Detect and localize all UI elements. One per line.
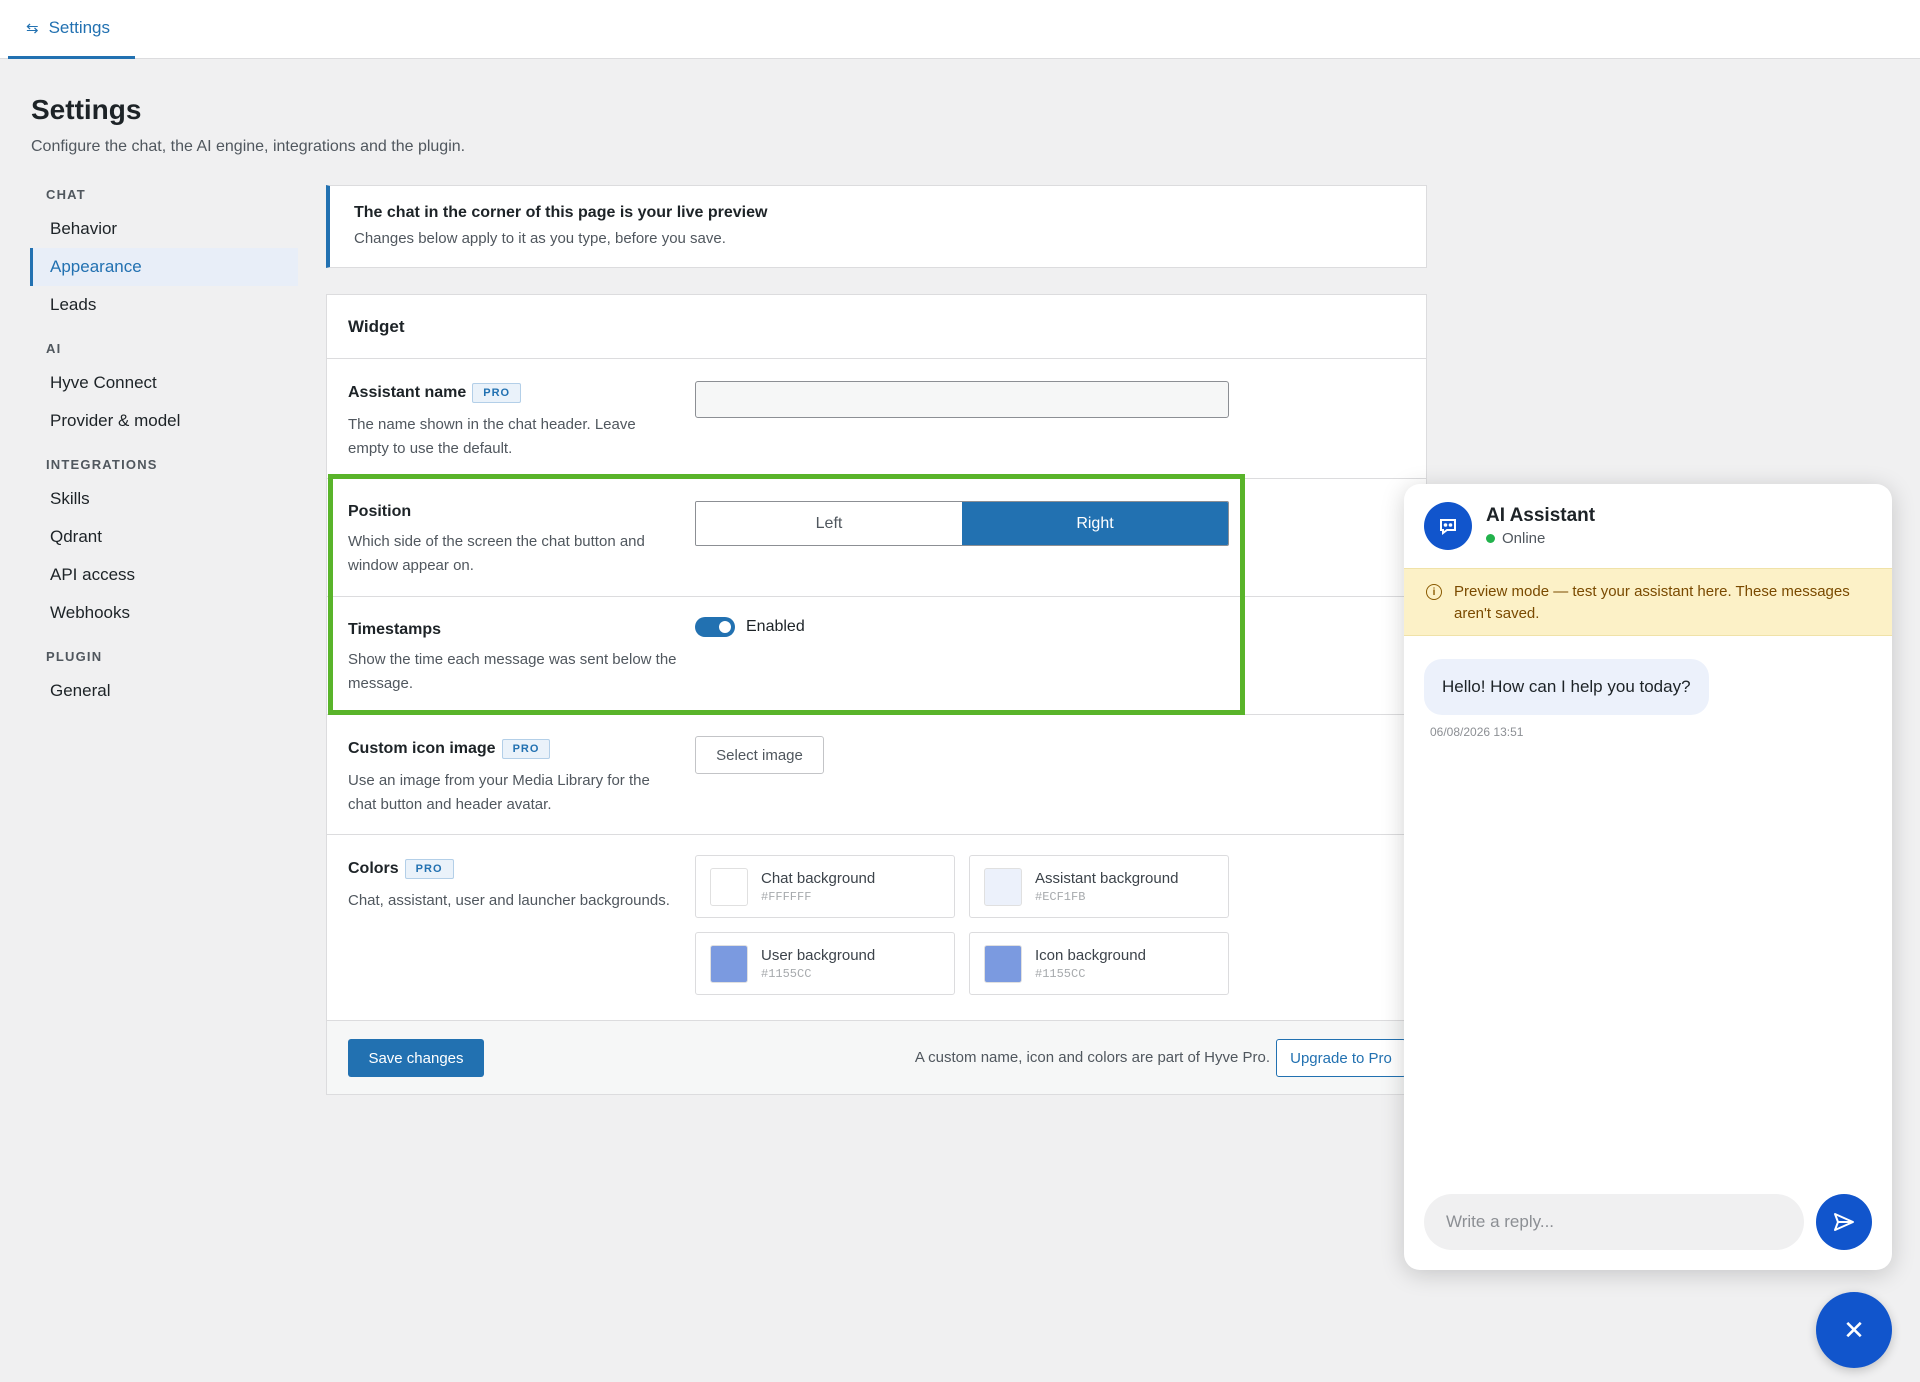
position-row: Position Which side of the screen the ch… (327, 479, 1426, 597)
sidebar-item-leads[interactable]: Leads (30, 286, 298, 324)
save-changes-button[interactable]: Save changes (348, 1039, 484, 1077)
color-swatches: Chat background #FFFFFF Assistant backgro… (695, 855, 1229, 995)
sidebar-item-skills[interactable]: Skills (30, 480, 298, 518)
swatch-hex: #FFFFFF (761, 889, 812, 904)
swatch-hex: #ECF1FB (1035, 889, 1086, 904)
swatch-name: User background (761, 946, 876, 964)
color-chip (710, 867, 748, 906)
sidebar-item-api-access[interactable]: API access (30, 556, 298, 594)
widget-settings-card: Widget Assistant name PRO The name shown… (326, 294, 1427, 1095)
timestamps-row: Timestamps Show the time each message wa… (327, 597, 1426, 715)
top-tab-bar: ⇆ Settings (0, 0, 1920, 59)
sidebar-group-ai: AI (46, 341, 62, 356)
position-desc: Which side of the screen the chat button… (348, 533, 645, 574)
send-button[interactable] (1816, 1194, 1872, 1250)
timestamps-toggle[interactable]: Enabled (695, 617, 805, 637)
sidebar-item-behavior[interactable]: Behavior (30, 210, 298, 248)
color-chip (984, 944, 1022, 983)
swatch-name: Icon background (1035, 946, 1146, 964)
sidebar-item-hyve-connect[interactable]: Hyve Connect (30, 364, 298, 402)
swatch-icon-background[interactable]: Icon background #1155CC (969, 932, 1229, 995)
position-segmented-control: Left Right (695, 501, 1229, 546)
info-icon: i (1426, 584, 1442, 600)
swatch-name: Assistant background (1035, 869, 1179, 887)
settings-sidebar: CHAT Behavior Appearance Leads AI Hyve C… (30, 180, 298, 710)
sidebar-item-webhooks[interactable]: Webhooks (30, 594, 298, 632)
timestamps-toggle-label: Enabled (746, 618, 805, 635)
chat-header: AI Assistant Online (1404, 484, 1892, 568)
close-icon: ✕ (1843, 1314, 1865, 1345)
colors-desc: Chat, assistant, user and launcher backg… (348, 892, 670, 909)
upgrade-to-pro-button[interactable]: Upgrade to Pro (1276, 1039, 1406, 1077)
sidebar-item-general[interactable]: General (30, 672, 298, 710)
sliders-icon: ⇆ (26, 20, 39, 37)
sidebar-group-integrations: INTEGRATIONS (46, 457, 158, 472)
live-preview-notice: The chat in the corner of this page is y… (326, 185, 1427, 268)
swatch-user-background[interactable]: User background #1155CC (695, 932, 955, 995)
colors-label: Colors (348, 860, 399, 877)
position-right-option[interactable]: Right (962, 502, 1228, 545)
pro-badge: PRO (404, 859, 454, 879)
tab-settings[interactable]: ⇆ Settings (8, 0, 135, 59)
custom-icon-label: Custom icon image (348, 740, 496, 757)
assistant-name-row: Assistant name PRO The name shown in the… (327, 359, 1426, 479)
page-title: Settings (31, 94, 142, 125)
chat-launcher-button[interactable]: ✕ (1816, 1292, 1892, 1368)
color-chip (984, 867, 1022, 906)
notice-text: Changes below apply to it as you type, b… (354, 230, 726, 247)
swatch-hex: #1155CC (761, 966, 812, 981)
colors-label-wrap: Colors PRO (348, 859, 454, 879)
sidebar-group-plugin: PLUGIN (46, 649, 103, 664)
card-footer: Save changes A custom name, icon and col… (327, 1020, 1426, 1094)
assistant-name-label-wrap: Assistant name PRO (348, 383, 522, 403)
send-icon (1834, 1213, 1854, 1231)
colors-row: Colors PRO Chat, assistant, user and lau… (327, 835, 1426, 1020)
select-image-button[interactable]: Select image (695, 736, 824, 774)
sidebar-group-chat: CHAT (46, 187, 86, 202)
color-chip (710, 944, 748, 983)
card-heading: Widget (327, 295, 1426, 359)
toggle-switch[interactable] (695, 617, 735, 637)
sidebar-item-appearance[interactable]: Appearance (30, 248, 298, 286)
chat-status: Online (1486, 530, 1595, 547)
timestamps-desc: Show the time each message was sent belo… (348, 651, 677, 692)
pro-badge: PRO (501, 739, 551, 759)
custom-icon-row: Custom icon image PRO Use an image from … (327, 715, 1426, 835)
chat-title: AI Assistant (1486, 505, 1596, 526)
swatch-hex: #1155CC (1035, 966, 1086, 981)
position-left-option[interactable]: Left (696, 502, 962, 545)
preview-mode-text: Preview mode — test your assistant here.… (1454, 583, 1850, 622)
swatch-chat-background[interactable]: Chat background #FFFFFF (695, 855, 955, 918)
pro-note: A custom name, icon and colors are part … (914, 1049, 1270, 1066)
position-label: Position (348, 503, 412, 520)
sidebar-item-provider-model[interactable]: Provider & model (30, 402, 298, 440)
reply-input[interactable]: Write a reply... (1424, 1194, 1804, 1250)
notice-title: The chat in the corner of this page is y… (354, 204, 768, 221)
bot-icon (1424, 502, 1472, 550)
page-subtitle: Configure the chat, the AI engine, integ… (31, 138, 466, 155)
assistant-name-desc: The name shown in the chat header. Leave… (348, 416, 636, 457)
chat-preview-window: AI Assistant Online i Preview mode — tes… (1404, 484, 1892, 1270)
chat-status-label: Online (1502, 530, 1546, 547)
custom-icon-desc: Use an image from your Media Library for… (348, 772, 650, 813)
sidebar-item-qdrant[interactable]: Qdrant (30, 518, 298, 556)
assistant-message: Hello! How can I help you today? (1424, 659, 1709, 715)
swatch-assistant-background[interactable]: Assistant background #ECF1FB (969, 855, 1229, 918)
online-dot-icon (1486, 534, 1495, 543)
assistant-name-input[interactable] (695, 381, 1229, 418)
pro-badge: PRO (472, 383, 522, 403)
assistant-name-label: Assistant name (348, 384, 467, 401)
swatch-name: Chat background (761, 869, 876, 887)
preview-mode-banner: i Preview mode — test your assistant her… (1404, 568, 1892, 636)
custom-icon-label-wrap: Custom icon image PRO (348, 739, 551, 759)
tab-settings-label: Settings (48, 18, 111, 37)
timestamps-label: Timestamps (348, 621, 442, 638)
message-timestamp: 06/08/2026 13:51 (1430, 725, 1524, 739)
